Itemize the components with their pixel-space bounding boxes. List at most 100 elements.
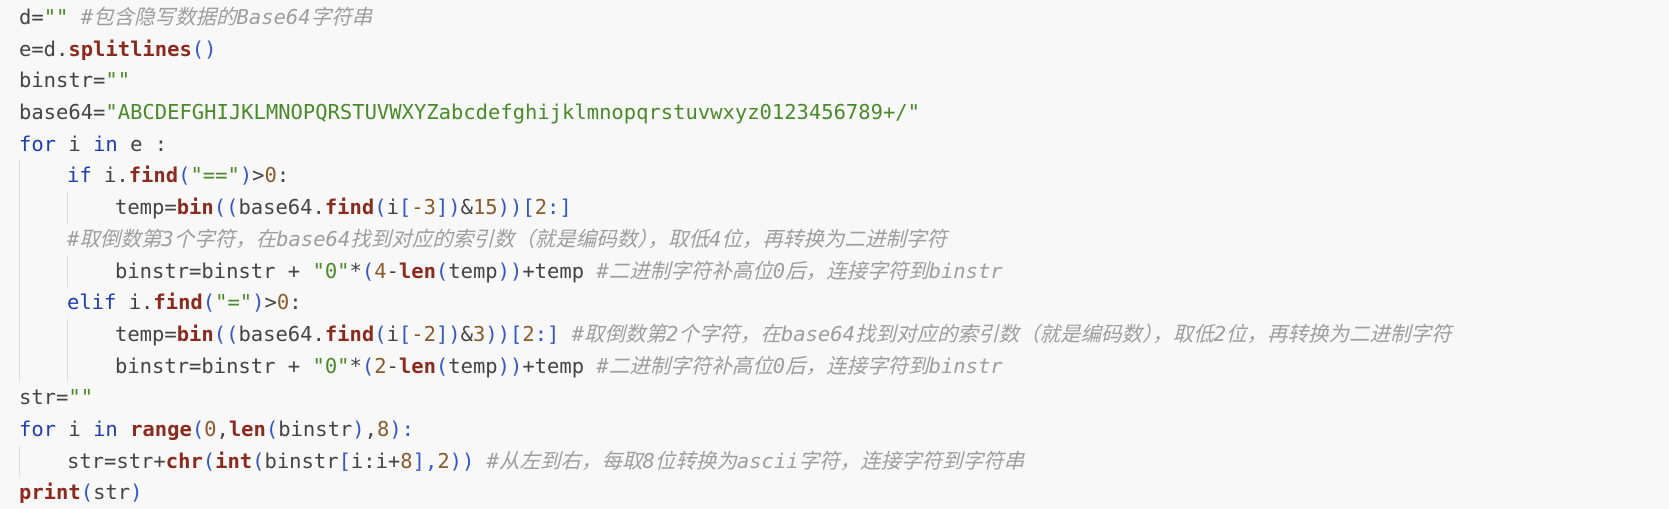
code-token: [: [522, 195, 535, 220]
code-token: [: [398, 195, 412, 220]
code-line[interactable]: base64="ABCDEFGHIJKLMNOPQRSTUVWXYZabcdef…: [0, 97, 1669, 129]
indent-guide: [67, 318, 68, 351]
code-token: bin: [176, 195, 214, 220]
code-token: &: [460, 321, 473, 346]
code-token: ): [252, 290, 265, 315]
code-token: -3: [411, 195, 436, 220]
code-token: ]): [435, 321, 461, 346]
code-line[interactable]: elif i.find("=")>0:: [0, 287, 1669, 319]
code-token: binstr: [278, 416, 353, 441]
code-token: -: [386, 353, 399, 378]
indent-guide: [67, 192, 68, 224]
code-token: i.: [91, 163, 129, 188]
code-line[interactable]: #取倒数第3个字符，在base64找到对应的索引数（就是编码数），取低4位，再转…: [0, 223, 1669, 256]
code-comment: #二进制字符补高位0后，连接字符到binstr: [596, 353, 1003, 378]
code-comment: #取倒数第3个字符，在base64找到对应的索引数（就是编码数），取低4位，再转…: [67, 226, 947, 251]
code-token: binstr=binstr +: [115, 258, 313, 283]
code-line[interactable]: str="": [0, 382, 1669, 414]
code-token: 0: [204, 416, 217, 441]
code-token: 8: [400, 448, 413, 473]
indent-guide: [19, 192, 20, 224]
indent-guide: [19, 350, 20, 383]
code-token: temp=: [115, 321, 177, 346]
code-token: (: [374, 321, 387, 346]
code-token: )): [497, 353, 523, 378]
code-line[interactable]: for i in e :: [0, 129, 1669, 161]
code-token: 2: [374, 353, 387, 378]
code-token: range: [130, 416, 192, 441]
code-token: (: [435, 258, 449, 283]
code-token: splitlines: [68, 36, 192, 61]
code-token: 3: [472, 321, 486, 346]
code-token: [: [338, 448, 351, 473]
code-token: i: [386, 321, 399, 346]
code-token: "0": [312, 353, 350, 378]
code-token: "": [68, 385, 94, 410]
code-token: i:i+: [350, 448, 401, 473]
code-token: >: [264, 290, 277, 315]
code-token: find: [153, 290, 203, 315]
code-token: binstr=binstr +: [115, 353, 313, 378]
code-line[interactable]: binstr="": [0, 65, 1669, 97]
code-token: ],: [412, 448, 438, 473]
code-token: temp: [448, 258, 498, 283]
code-token: "ABCDEFGHIJKLMNOPQRSTUVWXYZabcdefghijklm…: [105, 100, 920, 125]
code-token: 0: [276, 290, 290, 315]
code-token: ): [239, 163, 253, 188]
code-token: +temp: [522, 258, 597, 283]
indent-guide: [19, 445, 20, 478]
code-token: i.: [116, 290, 154, 315]
code-token: bin: [176, 321, 214, 346]
code-token: "==": [190, 163, 240, 188]
code-token: e=d.: [19, 36, 69, 61]
code-token: :]: [534, 321, 560, 346]
code-line[interactable]: temp=bin((base64.find(i[-3])&15))[2:]: [0, 192, 1669, 224]
indent-guide: [19, 255, 20, 288]
code-token: for: [19, 416, 57, 441]
code-line[interactable]: d="" #包含隐写数据的Base64字符串: [0, 2, 1669, 34]
code-token: in: [93, 416, 118, 441]
code-token: int: [215, 448, 253, 473]
code-line[interactable]: e=d.splitlines(): [0, 34, 1669, 66]
code-line[interactable]: if i.find("==")>0:: [0, 160, 1669, 193]
code-token: :: [289, 290, 302, 315]
code-token: for: [19, 131, 57, 156]
code-token: e :: [117, 131, 168, 156]
indent-guide: [67, 350, 68, 383]
code-token: 2: [522, 321, 535, 346]
code-token: )): [449, 448, 475, 473]
code-token: find: [128, 163, 179, 188]
code-token: (: [202, 290, 216, 315]
code-token: (: [361, 353, 375, 378]
code-token: temp=: [115, 195, 177, 220]
code-line[interactable]: temp=bin((base64.find(i[-2])&3))[2:] #取倒…: [0, 318, 1669, 351]
code-token: find: [324, 195, 375, 220]
code-comment: #取倒数第2个字符，在base64找到对应的索引数（就是编码数），取低2位，再转…: [559, 321, 1452, 346]
code-token: find: [324, 321, 375, 346]
code-token: )): [497, 195, 523, 220]
code-line[interactable]: for i in range(0,len(binstr),8):: [0, 414, 1669, 446]
code-editor[interactable]: d="" #包含隐写数据的Base64字符串 e=d.splitlines() bi…: [0, 0, 1669, 508]
code-token: binstr: [264, 448, 339, 473]
code-token: ]): [435, 195, 461, 220]
code-token: [: [510, 321, 523, 346]
indent-guide: [19, 223, 20, 256]
code-line[interactable]: print(str): [0, 477, 1669, 509]
code-token: 2: [437, 448, 450, 473]
code-token: "0": [312, 258, 350, 283]
code-token: (): [191, 36, 217, 61]
code-token: (: [435, 353, 449, 378]
code-token: (: [80, 480, 94, 505]
code-token: )): [497, 258, 523, 283]
code-token: 8: [376, 416, 390, 441]
code-line[interactable]: binstr=binstr + "0"*(2-len(temp))+temp #…: [0, 350, 1669, 383]
code-line[interactable]: binstr=binstr + "0"*(4-len(temp))+temp #…: [0, 255, 1669, 288]
indent-guide: [19, 160, 20, 193]
code-token: -2: [411, 321, 436, 346]
code-token: )): [485, 321, 510, 346]
code-token: ): [130, 480, 143, 505]
code-token: "": [105, 68, 131, 93]
code-line[interactable]: str=str+chr(int(binstr[i:i+8],2)) #从左到右，…: [0, 445, 1669, 478]
code-token: 15: [472, 195, 498, 220]
code-token: len: [228, 416, 266, 441]
